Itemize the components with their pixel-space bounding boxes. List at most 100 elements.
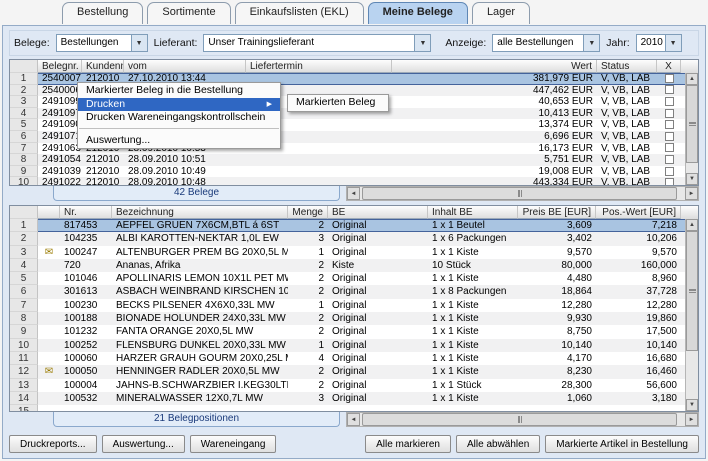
position-row[interactable]: 4 720 Ananas, Afrika 2 Kiste 10 Stück 80…	[10, 259, 698, 272]
scrollbar-thumb[interactable]	[686, 85, 698, 163]
checkbox-icon[interactable]	[665, 85, 674, 94]
anzeige-dropdown[interactable]: alle Bestellungen ▼	[492, 34, 600, 52]
position-row[interactable]: 7 100230 BECKS PILSENER 4X6X0,33L MW 1 O…	[10, 299, 698, 312]
position-row[interactable]: 1 817453 AEPFEL GRUEN 7X6CM,BTL á 6ST 2 …	[10, 219, 698, 232]
col-x[interactable]: X	[657, 60, 681, 73]
row-checkbox[interactable]	[657, 154, 681, 166]
row-checkbox[interactable]	[657, 177, 681, 185]
beleg-row[interactable]: 10 2491022 212010 28.09.2010 10:48 443,3…	[10, 177, 698, 185]
position-row[interactable]: 5 101046 APOLLINARIS LEMON 10X1L PET MW …	[10, 272, 698, 285]
tab-lager[interactable]: Lager	[472, 2, 530, 24]
col-menge[interactable]: Menge	[288, 206, 328, 219]
scroll-left-icon[interactable]: ◄	[347, 413, 360, 426]
chevron-down-icon[interactable]: ▼	[583, 35, 599, 51]
col-kundennr[interactable]: Kundennr.	[82, 60, 124, 73]
wareneingang-button[interactable]: Wareneingang	[190, 435, 277, 453]
row-checkbox[interactable]	[657, 73, 681, 85]
chevron-down-icon[interactable]: ▼	[131, 35, 147, 51]
alle-abwaehlen-button[interactable]: Alle abwählen	[456, 435, 540, 453]
menu-item-auswertung[interactable]: Auswertung...	[78, 134, 280, 148]
position-row[interactable]: 3 ✉ 100247 ALTENBURGER PREM BG 20X0,5L M…	[10, 246, 698, 259]
checkbox-icon[interactable]	[665, 120, 674, 129]
chevron-down-icon[interactable]: ▼	[665, 35, 681, 51]
row-checkbox[interactable]	[657, 143, 681, 155]
menu-item-drucken[interactable]: Drucken ▶	[78, 98, 280, 112]
checkbox-icon[interactable]	[665, 74, 674, 83]
druckreports-button[interactable]: Druckreports...	[9, 435, 97, 453]
submenu-item-markierten-beleg[interactable]: Markierten Beleg	[288, 96, 388, 110]
col-liefertermin[interactable]: Liefertermin	[246, 60, 392, 73]
col-belegnr[interactable]: Belegnr.	[38, 60, 82, 73]
belege-vertical-scrollbar[interactable]: ▲ ▼	[685, 73, 698, 185]
beleg-row[interactable]: 8 2491054 212010 28.09.2010 10:51 5,751 …	[10, 154, 698, 166]
menu-item-drucken-wek[interactable]: Drucken Wareneingangskontrollschein	[78, 111, 280, 125]
position-row[interactable]: 6 301613 ASBACH WEINBRAND KIRSCHEN 100G …	[10, 285, 698, 298]
position-row[interactable]: 15	[10, 405, 698, 411]
position-row[interactable]: 10 100252 FLENSBURG DUNKEL 20X0,33L MW 1…	[10, 339, 698, 352]
col-nr[interactable]: Nr.	[60, 206, 112, 219]
lieferant-dropdown[interactable]: Unser Trainingslieferant ▼	[203, 34, 431, 52]
col-wert[interactable]: Wert	[392, 60, 597, 73]
row-checkbox[interactable]	[657, 85, 681, 97]
checkbox-icon[interactable]	[665, 109, 674, 118]
belege-dropdown[interactable]: Bestellungen ▼	[56, 34, 148, 52]
col-vom[interactable]: vom	[124, 60, 246, 73]
checkbox-icon[interactable]	[665, 97, 674, 106]
row-checkbox[interactable]	[657, 96, 681, 108]
scroll-up-icon[interactable]: ▲	[686, 73, 698, 85]
position-row[interactable]: 14 100532 MINERALWASSER 12X0,7L MW 3 Ori…	[10, 392, 698, 405]
row-checkbox[interactable]	[657, 108, 681, 120]
col-preis-be[interactable]: Preis BE [EUR]	[518, 206, 596, 219]
row-checkbox[interactable]	[657, 131, 681, 143]
col-bezeichnung[interactable]: Bezeichnung	[112, 206, 288, 219]
positionen-vertical-scrollbar[interactable]: ▲ ▼	[685, 219, 698, 411]
beleg-row[interactable]: 9 2491039 212010 28.09.2010 10:49 19,008…	[10, 166, 698, 178]
position-row[interactable]: 12 ✉ 100050 HENNINGER RADLER 20X0,5L MW …	[10, 365, 698, 378]
alle-markieren-button[interactable]: Alle markieren	[365, 435, 451, 453]
tab-einkaufslisten[interactable]: Einkaufslisten (EKL)	[235, 2, 364, 24]
scroll-down-icon[interactable]: ▼	[686, 173, 698, 185]
row-checkbox[interactable]	[657, 119, 681, 131]
markierte-artikel-button[interactable]: Markierte Artikel in Bestellung	[545, 435, 699, 453]
scroll-right-icon[interactable]: ►	[685, 187, 698, 200]
col-pos-wert[interactable]: Pos.-Wert [EUR]	[596, 206, 681, 219]
scrollbar-thumb[interactable]	[362, 413, 677, 426]
position-row[interactable]: 13 100004 JAHNS-B.SCHWARZBIER I.KEG30LTR…	[10, 379, 698, 392]
menu-item-markierter-beleg[interactable]: Markierter Beleg in die Bestellung	[78, 84, 280, 98]
scroll-up-icon[interactable]: ▲	[686, 219, 698, 231]
position-row[interactable]: 9 101232 FANTA ORANGE 20X0,5L MW 2 Origi…	[10, 325, 698, 338]
scroll-left-icon[interactable]: ◄	[347, 187, 360, 200]
col-inhalt-be[interactable]: Inhalt BE	[428, 206, 518, 219]
belege-horizontal-scrollbar[interactable]: ◄ ►	[346, 186, 699, 201]
col-status[interactable]: Status	[597, 60, 657, 73]
scroll-right-icon[interactable]: ►	[685, 413, 698, 426]
row-checkbox[interactable]	[657, 166, 681, 178]
tab-bestellung[interactable]: Bestellung	[62, 2, 143, 24]
checkbox-icon[interactable]	[665, 178, 674, 185]
checkbox-icon[interactable]	[665, 143, 674, 152]
position-row[interactable]: 8 100188 BIONADE HOLUNDER 24X0,33L MW 2 …	[10, 312, 698, 325]
position-row[interactable]: 11 100060 HARZER GRAUH GOURM 20X0,25L MW…	[10, 352, 698, 365]
auswertung-button[interactable]: Auswertung...	[102, 435, 185, 453]
checkbox-icon[interactable]	[665, 132, 674, 141]
scrollbar-thumb[interactable]	[362, 187, 677, 200]
belege-count-tab[interactable]: 42 Belege	[53, 186, 340, 201]
chevron-down-icon[interactable]: ▼	[414, 35, 430, 51]
positionen-count-tab[interactable]: 21 Belegpositionen	[53, 412, 340, 427]
col-be[interactable]: BE	[328, 206, 428, 219]
scrollbar-track[interactable]	[360, 187, 685, 200]
inhalt-be-cell: 1 x 1 Stück	[428, 379, 518, 392]
scroll-down-icon[interactable]: ▼	[686, 399, 698, 411]
positionen-horizontal-scrollbar[interactable]: ◄ ►	[346, 412, 699, 427]
jahr-dropdown[interactable]: 2010 ▼	[636, 34, 682, 52]
position-row[interactable]: 2 104235 ALBI KAROTTEN-NEKTAR 1,0L EW 3 …	[10, 232, 698, 245]
tab-meine-belege[interactable]: Meine Belege	[368, 2, 468, 24]
scrollbar-track[interactable]	[360, 413, 685, 426]
scrollbar-thumb[interactable]	[686, 231, 698, 351]
menge-cell: 2	[288, 312, 328, 325]
status-cell: V, VB, LAB	[597, 73, 657, 85]
button-bar: Druckreports... Auswertung... Wareneinga…	[9, 434, 699, 454]
checkbox-icon[interactable]	[665, 155, 674, 164]
checkbox-icon[interactable]	[665, 167, 674, 176]
tab-sortimente[interactable]: Sortimente	[147, 2, 230, 24]
